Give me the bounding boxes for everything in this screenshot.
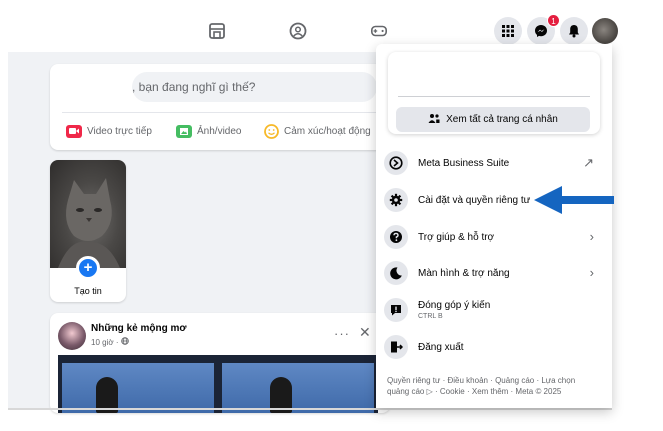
feeling-icon (263, 123, 279, 139)
business-suite-icon (384, 151, 408, 175)
post-composer: , bạn đang nghĩ gì thế? Video trực tiếp … (50, 64, 390, 150)
account-avatar[interactable] (592, 18, 618, 44)
logout-icon (384, 335, 408, 359)
moon-icon (384, 261, 408, 285)
post-close-button[interactable]: ✕ (359, 324, 371, 341)
messenger-badge: 1 (547, 14, 560, 27)
photo-icon (176, 124, 192, 138)
grid-menu-icon (502, 25, 514, 37)
gear-icon (384, 188, 408, 212)
menu-item-business-suite[interactable]: Meta Business Suite ↗ (384, 147, 606, 179)
external-link-icon: ↗ (583, 155, 594, 170)
gaming-icon[interactable] (370, 22, 388, 40)
menu-footer-links[interactable]: Quyền riêng tư · Điều khoản · Quảng cáo … (387, 375, 597, 397)
see-all-profiles-button[interactable]: Xem tất cả trang cá nhân (396, 107, 590, 132)
post-timestamp: 10 giờ · (91, 337, 129, 347)
profiles-icon (428, 113, 440, 127)
menu-item-logout[interactable]: Đăng xuất (384, 331, 606, 363)
grid-menu-button[interactable] (494, 17, 522, 45)
photo-video-button[interactable]: Ảnh/video (176, 121, 241, 141)
composer-divider (62, 112, 378, 113)
post-more-button[interactable]: ··· (334, 326, 350, 341)
account-menu: Xem tất cả trang cá nhân Meta Business S… (376, 44, 612, 408)
post-author-avatar[interactable] (58, 322, 86, 350)
menu-item-label: Đăng xuất (418, 341, 464, 353)
help-icon (384, 225, 408, 249)
annotation-arrow-icon (534, 186, 614, 214)
menu-item-label: Đóng góp ý kiến (418, 300, 491, 311)
post-image[interactable] (58, 355, 378, 413)
comic-panel-left (62, 363, 214, 413)
profile-card: Xem tất cả trang cá nhân (388, 52, 600, 134)
menu-item-label: Trợ giúp & hỗ trợ (418, 231, 495, 243)
create-story-card[interactable]: + Tạo tin (50, 160, 126, 302)
feeling-label: Cảm xúc/hoạt động (284, 125, 371, 137)
globe-icon (120, 337, 129, 345)
page-bottom-divider (8, 408, 612, 410)
feedback-text: Đóng góp ý kiến CTRL B (418, 300, 490, 320)
feedback-icon (384, 298, 408, 322)
see-all-profiles-label: Xem tất cả trang cá nhân (446, 114, 558, 125)
chevron-right-icon: › (589, 265, 594, 280)
post-author-name[interactable]: Những kẻ mộng mơ (91, 323, 186, 334)
notifications-button[interactable] (560, 17, 588, 45)
composer-input[interactable]: , bạn đang nghĩ gì thế? (132, 72, 377, 102)
chevron-right-icon: › (589, 229, 594, 244)
menu-item-feedback[interactable]: Đóng góp ý kiến CTRL B (384, 294, 606, 326)
messenger-icon (535, 25, 547, 37)
photo-video-label: Ảnh/video (197, 125, 242, 137)
menu-item-label: Màn hình & trợ năng (418, 267, 510, 279)
messenger-button[interactable]: 1 (527, 14, 560, 45)
groups-icon[interactable] (289, 22, 307, 40)
comic-panel-right (222, 363, 374, 413)
live-video-button[interactable]: Video trực tiếp (66, 121, 152, 141)
menu-item-help-support[interactable]: Trợ giúp & hỗ trợ › (384, 221, 606, 253)
menu-item-label: Meta Business Suite (418, 157, 510, 169)
menu-item-display-accessibility[interactable]: Màn hình & trợ năng › (384, 257, 606, 289)
create-story-label: Tạo tin (74, 286, 102, 296)
post-time-text: 10 giờ · (91, 338, 121, 347)
marketplace-icon[interactable] (208, 22, 226, 40)
live-video-label: Video trực tiếp (87, 125, 152, 137)
facebook-window: 1 , bạn đang nghĩ gì thế? Video trực tiế… (0, 0, 663, 431)
shortcut-hint: CTRL B (418, 313, 443, 320)
menu-item-label: Cài đặt và quyền riêng tư (418, 194, 531, 206)
bell-icon (569, 25, 579, 38)
profile-card-divider (398, 96, 590, 97)
story-cat-photo (50, 160, 126, 268)
add-story-button[interactable]: + (76, 256, 100, 280)
live-video-icon (66, 124, 82, 138)
feeling-button[interactable]: Cảm xúc/hoạt động (263, 121, 371, 141)
feed-post: Những kẻ mộng mơ 10 giờ · ··· ✕ (50, 313, 390, 413)
